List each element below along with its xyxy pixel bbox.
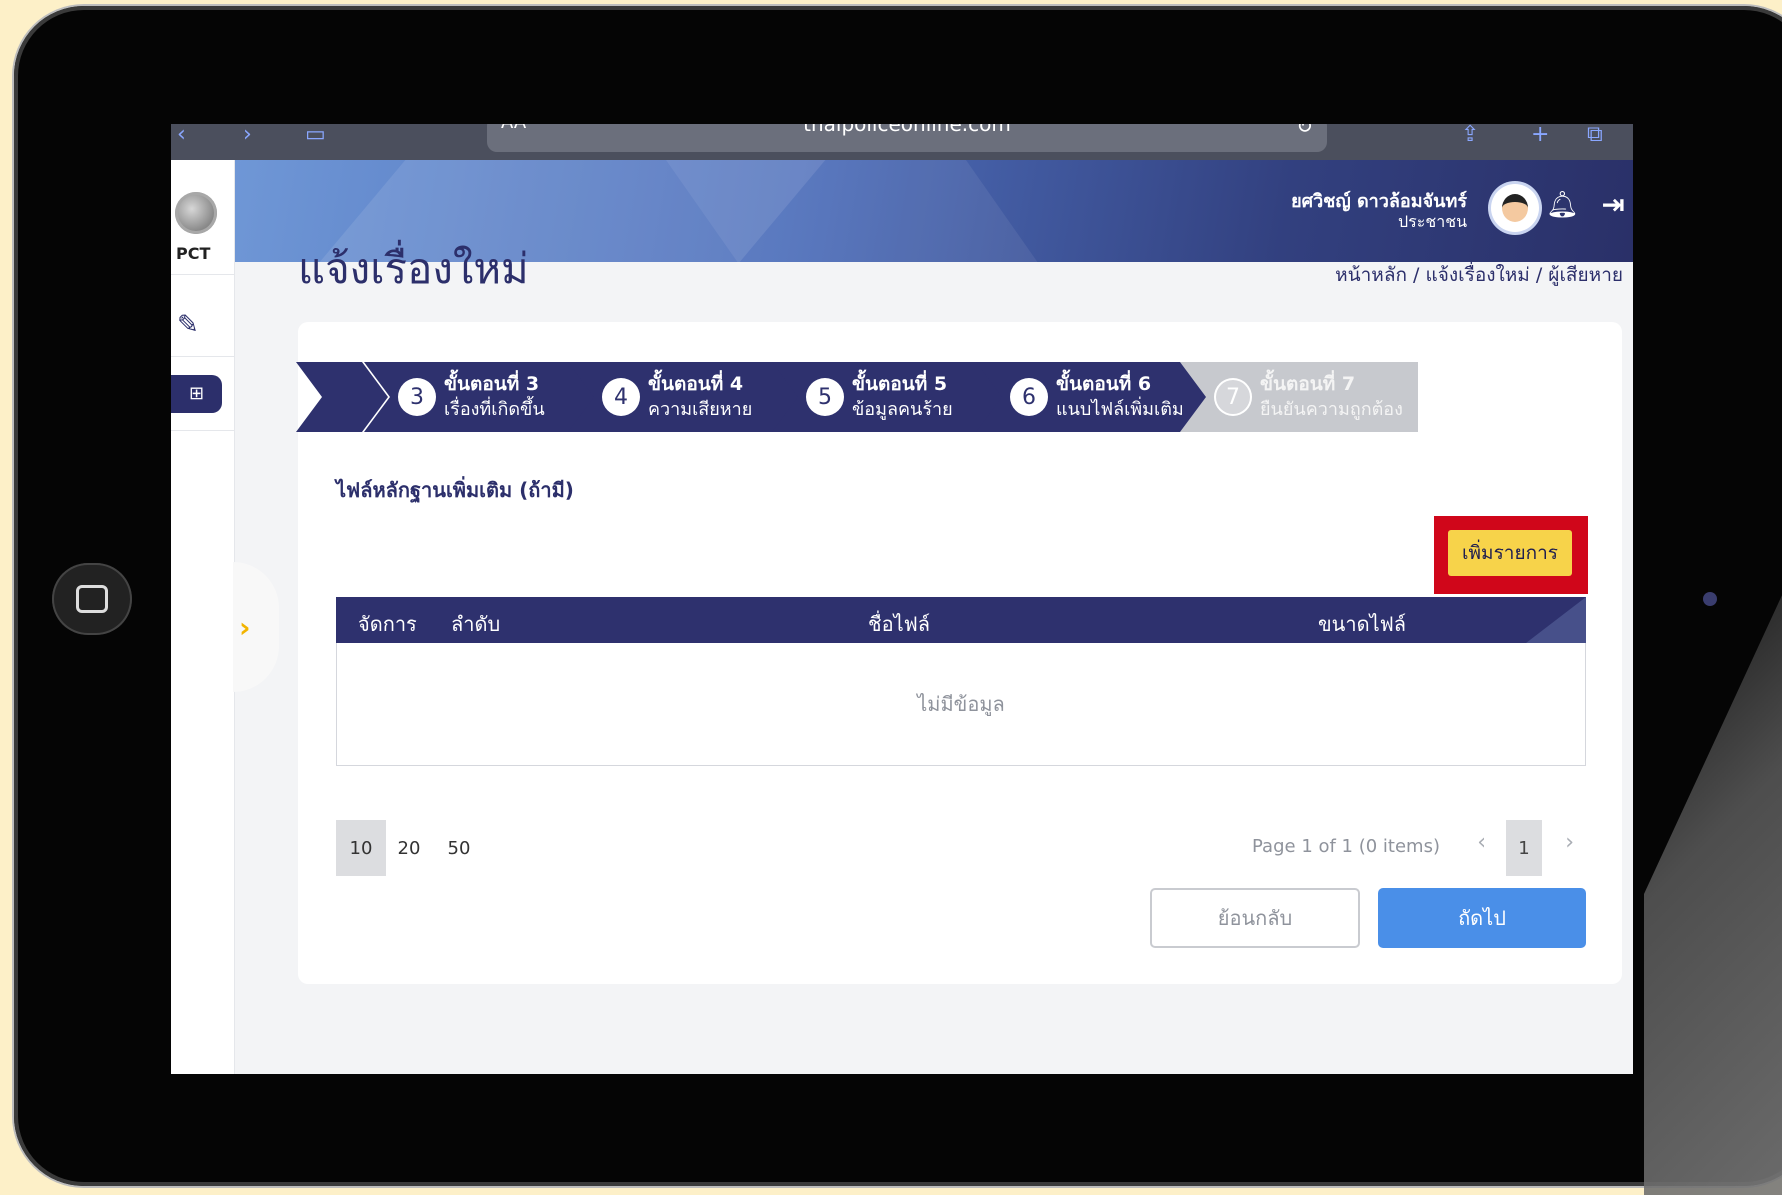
prev-page-icon[interactable]: ‹ xyxy=(1477,830,1486,855)
logo-label: PCT xyxy=(176,244,211,263)
step-subtitle: แนบไฟล์เพิ่มเติม xyxy=(1056,399,1184,420)
column-header-order[interactable]: ลำดับ xyxy=(451,608,500,640)
step-4[interactable]: 4 ขั้นตอนที่ 4 ความเสียหาย xyxy=(568,362,802,432)
page-title: แจ้งเรื่องใหม่ xyxy=(298,244,529,293)
stepper: 3 ขั้นตอนที่ 3 เรื่องที่เกิดขึ้น 4 ขั้นตอ… xyxy=(336,362,1566,432)
page-size-10[interactable]: 10 xyxy=(336,820,386,876)
page-info: Page 1 of 1 (0 items) xyxy=(1252,836,1440,857)
step-7: 7 ขั้นตอนที่ 7 ยืนยันความถูกต้อง xyxy=(1180,362,1418,432)
browser-toolbar: ‹ › ▭ AA thaipoliceonline.com ↻ ⇪ + ⧉ xyxy=(171,124,1633,160)
camera-dot xyxy=(1703,592,1717,606)
step-subtitle: ยืนยันความถูกต้อง xyxy=(1260,399,1403,420)
step-number: 5 xyxy=(806,378,844,416)
step-number: 6 xyxy=(1010,378,1048,416)
forward-arrow-icon[interactable]: › xyxy=(243,124,252,147)
edit-icon[interactable]: ✎ xyxy=(177,310,199,340)
share-icon[interactable]: ⇪ xyxy=(1461,124,1479,147)
add-folder-icon[interactable]: ⊞ xyxy=(171,375,222,413)
bookmarks-icon[interactable]: ▭ xyxy=(305,124,326,147)
next-page-icon[interactable]: › xyxy=(1565,830,1574,855)
screen: ‹ › ▭ AA thaipoliceonline.com ↻ ⇪ + ⧉ PC… xyxy=(171,124,1633,1074)
table-header: จัดการ ลำดับ ชื่อไฟล์ ขนาดไฟล์ xyxy=(336,597,1586,643)
empty-message: ไม่มีข้อมูล xyxy=(917,692,1005,716)
step-title: ขั้นตอนที่ 6 xyxy=(1056,373,1152,395)
column-header-filename[interactable]: ชื่อไฟล์ xyxy=(868,608,930,640)
step-number: 7 xyxy=(1214,378,1252,416)
avatar-face-icon xyxy=(1502,194,1528,222)
page-size-50[interactable]: 50 xyxy=(434,820,484,876)
address-bar[interactable]: AA thaipoliceonline.com ↻ xyxy=(487,124,1327,152)
back-button[interactable]: ย้อนกลับ xyxy=(1150,888,1360,948)
add-item-button[interactable]: เพิ่มรายการ xyxy=(1448,530,1572,576)
step-number: 3 xyxy=(398,378,436,416)
pagination: 10 20 50 Page 1 of 1 (0 items) ‹ 1 › xyxy=(336,820,1586,876)
sidebar-divider xyxy=(171,430,234,431)
step-5[interactable]: 5 ขั้นตอนที่ 5 ข้อมูลคนร้าย xyxy=(772,362,1006,432)
files-table: จัดการ ลำดับ ชื่อไฟล์ ขนาดไฟล์ ไม่มีข้อม… xyxy=(336,597,1586,766)
page-number-button[interactable]: 1 xyxy=(1506,820,1542,876)
table-body: ไม่มีข้อมูล xyxy=(336,643,1586,766)
page-size-20[interactable]: 20 xyxy=(384,820,434,876)
step-subtitle: เรื่องที่เกิดขึ้น xyxy=(444,399,545,420)
back-arrow-icon[interactable]: ‹ xyxy=(177,124,186,147)
step-title: ขั้นตอนที่ 7 xyxy=(1260,373,1356,395)
user-role: ประชาชน xyxy=(1398,212,1467,231)
step-number: 4 xyxy=(602,378,640,416)
sidebar-divider xyxy=(171,274,234,275)
step-3[interactable]: 3 ขั้นตอนที่ 3 เรื่องที่เกิดขึ้น xyxy=(364,362,598,432)
header-stripe xyxy=(1526,597,1586,643)
avatar[interactable] xyxy=(1491,184,1539,232)
url-text: thaipoliceonline.com xyxy=(803,124,1011,136)
logout-icon[interactable]: ⇥ xyxy=(1602,188,1625,221)
section-title: ไฟล์หลักฐานเพิ่มเติม (ถ้ามี) xyxy=(336,478,574,502)
home-square-icon xyxy=(76,585,108,613)
reload-icon[interactable]: ↻ xyxy=(1296,124,1313,138)
step-6[interactable]: 6 ขั้นตอนที่ 6 แนบไฟล์เพิ่มเติม xyxy=(976,362,1210,432)
step-title: ขั้นตอนที่ 3 xyxy=(444,373,540,395)
step-title: ขั้นตอนที่ 4 xyxy=(648,373,744,395)
new-tab-icon[interactable]: + xyxy=(1531,124,1549,147)
breadcrumb[interactable]: หน้าหลัก / แจ้งเรื่องใหม่ / ผู้เสียหาย xyxy=(1335,260,1623,290)
column-header-filesize[interactable]: ขนาดไฟล์ xyxy=(1318,608,1406,640)
sidebar: PCT ✎ ⊞ xyxy=(171,160,235,1074)
form-card: 3 ขั้นตอนที่ 3 เรื่องที่เกิดขึ้น 4 ขั้นตอ… xyxy=(298,322,1622,984)
bell-icon[interactable]: 🔔︎ xyxy=(1546,190,1579,220)
police-logo[interactable] xyxy=(175,192,217,234)
sidebar-divider xyxy=(171,356,234,357)
home-button[interactable] xyxy=(52,563,132,635)
step-subtitle: ข้อมูลคนร้าย xyxy=(852,399,953,420)
step-subtitle: ความเสียหาย xyxy=(648,399,753,420)
tabs-icon[interactable]: ⧉ xyxy=(1587,124,1603,147)
sidebar-expand-icon[interactable]: › xyxy=(233,562,279,692)
next-button[interactable]: ถัดไป xyxy=(1378,888,1586,948)
tablet-sheen xyxy=(1644,526,1782,1195)
column-header-manage[interactable]: จัดการ xyxy=(358,608,417,640)
step-title: ขั้นตอนที่ 5 xyxy=(852,373,948,395)
